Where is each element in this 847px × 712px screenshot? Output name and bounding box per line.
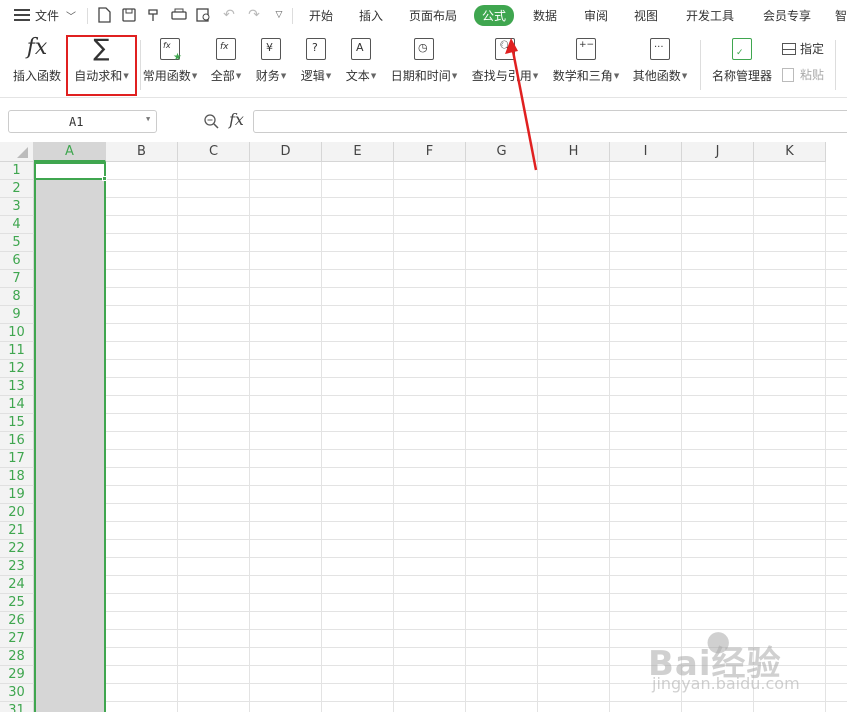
baidu-watermark-logo: ● Bai经验 jingyan.baidu.com [648, 624, 838, 704]
annotation-arrow [505, 38, 538, 171]
watermark-url: jingyan.baidu.com [652, 674, 800, 693]
